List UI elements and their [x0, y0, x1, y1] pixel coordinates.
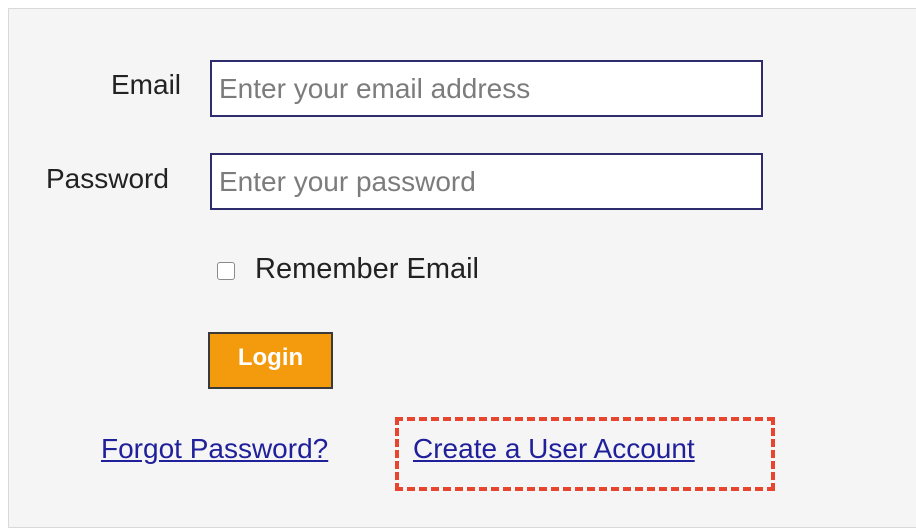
remember-email-label[interactable]: Remember Email — [255, 255, 479, 284]
login-button[interactable]: Login — [208, 332, 333, 389]
remember-email-row[interactable]: Remember Email — [217, 255, 479, 284]
create-account-link[interactable]: Create a User Account — [413, 435, 695, 463]
remember-email-checkbox[interactable] — [217, 262, 235, 280]
email-field[interactable] — [210, 60, 763, 117]
password-label: Password — [46, 163, 169, 194]
password-field[interactable] — [210, 153, 763, 210]
email-label: Email — [111, 69, 182, 100]
forgot-password-link[interactable]: Forgot Password? — [101, 435, 328, 463]
